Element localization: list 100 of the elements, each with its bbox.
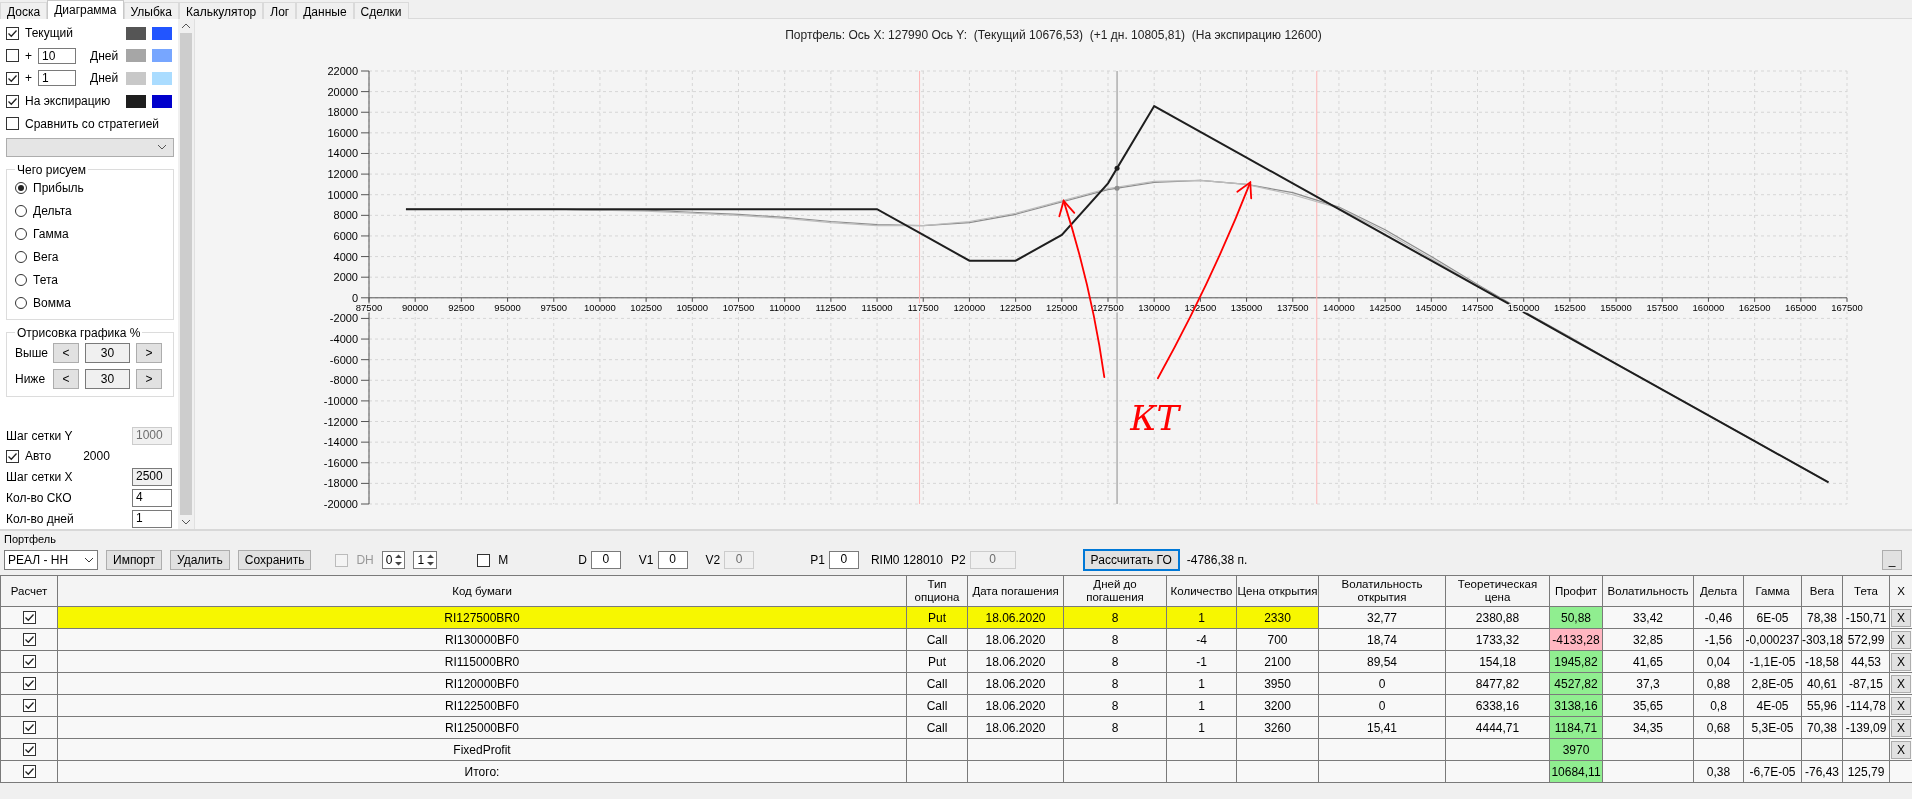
- column-header[interactable]: Расчет: [0, 575, 58, 607]
- tab[interactable]: Лог: [263, 2, 297, 20]
- y-tick-label: -8000: [329, 374, 358, 387]
- number-spinner[interactable]: 1: [413, 551, 438, 569]
- checkbox[interactable]: [477, 553, 491, 567]
- column-header[interactable]: Дней до погашения: [1063, 575, 1167, 607]
- color-swatch[interactable]: [152, 26, 172, 40]
- account-dropdown[interactable]: РЕАЛ - НН: [4, 550, 98, 570]
- column-header[interactable]: Вега: [1801, 575, 1843, 607]
- radio-button[interactable]: [15, 274, 27, 287]
- color-swatch[interactable]: [126, 49, 146, 63]
- tab[interactable]: Сделки: [353, 2, 409, 20]
- radio-button[interactable]: [15, 228, 27, 241]
- spin-arrows-icon[interactable]: [394, 553, 404, 567]
- radio-label: Вега: [33, 250, 59, 265]
- spin-arrows-icon[interactable]: [426, 553, 436, 567]
- days-field[interactable]: 10: [38, 47, 76, 64]
- column-header[interactable]: Код бумаги: [57, 575, 907, 607]
- x-tick-label: 110000: [769, 301, 801, 313]
- checkbox[interactable]: [6, 26, 19, 40]
- column-header[interactable]: Профит: [1549, 575, 1603, 607]
- radio-button[interactable]: [15, 205, 27, 218]
- checkbox[interactable]: [22, 677, 36, 690]
- tab[interactable]: Данные: [296, 2, 354, 20]
- group-title: Чего рисуем: [16, 162, 87, 177]
- remove-button[interactable]: X: [1891, 630, 1911, 649]
- color-swatch[interactable]: [126, 94, 146, 108]
- days-field[interactable]: 1: [38, 70, 76, 87]
- increase-button[interactable]: >: [136, 342, 162, 363]
- checkbox[interactable]: [6, 450, 19, 463]
- column-header[interactable]: Дельта: [1693, 575, 1744, 607]
- input-field[interactable]: 1: [132, 509, 172, 528]
- column-header[interactable]: Волатильность: [1602, 575, 1694, 607]
- checkbox[interactable]: [22, 611, 36, 624]
- color-swatch[interactable]: [152, 94, 172, 108]
- column-header[interactable]: Тип опциона: [906, 575, 968, 607]
- checkbox[interactable]: [22, 655, 36, 668]
- remove-button[interactable]: X: [1891, 674, 1911, 693]
- y-tick-label: 0: [351, 291, 358, 304]
- color-swatch[interactable]: [126, 72, 146, 85]
- decrease-button[interactable]: <: [53, 368, 79, 389]
- column-header[interactable]: Дата погашения: [967, 575, 1064, 607]
- checkbox[interactable]: [6, 117, 19, 131]
- color-swatch[interactable]: [152, 72, 172, 85]
- toolbar-button[interactable]: Сохранить: [237, 550, 312, 570]
- range-field[interactable]: 30: [85, 368, 130, 389]
- tab[interactable]: Улыбка: [123, 2, 180, 20]
- checkbox[interactable]: [6, 94, 19, 108]
- x-tick-label: 107500: [722, 301, 755, 313]
- input-field[interactable]: 0: [828, 551, 859, 569]
- column-header[interactable]: Количество: [1166, 575, 1237, 607]
- checkbox[interactable]: [6, 72, 19, 85]
- param-label: P1: [810, 553, 825, 567]
- radio-button[interactable]: [15, 251, 27, 264]
- checkbox[interactable]: [22, 721, 36, 734]
- remove-button[interactable]: X: [1891, 718, 1911, 737]
- param-label: P2: [950, 553, 966, 567]
- increase-button[interactable]: >: [136, 368, 162, 389]
- calculate-button[interactable]: Рассчитать ГО: [1083, 550, 1179, 570]
- radio-button[interactable]: [15, 182, 27, 195]
- color-swatch[interactable]: [152, 49, 172, 63]
- color-swatch[interactable]: [126, 26, 146, 40]
- input-field[interactable]: 2500: [132, 468, 172, 487]
- column-header[interactable]: Цена открытия: [1236, 575, 1319, 607]
- input-field[interactable]: 0: [590, 551, 621, 569]
- cursor-points: [1114, 165, 1120, 191]
- decrease-button[interactable]: <: [53, 342, 79, 363]
- checkbox[interactable]: [22, 633, 36, 646]
- checkbox[interactable]: [22, 765, 36, 778]
- column-header[interactable]: Гамма: [1743, 575, 1802, 607]
- remove-button[interactable]: X: [1891, 740, 1911, 759]
- toolbar-button[interactable]: Удалить: [169, 550, 230, 570]
- x-tick-label: 162500: [1738, 301, 1771, 313]
- radio-button[interactable]: [15, 297, 27, 310]
- input-field[interactable]: 4: [132, 488, 172, 507]
- remove-button[interactable]: X: [1891, 696, 1911, 715]
- column-header[interactable]: X: [1889, 575, 1912, 607]
- tab[interactable]: Доска: [0, 2, 48, 20]
- checkbox[interactable]: [6, 49, 19, 63]
- remove-button[interactable]: X: [1891, 652, 1911, 671]
- input-field[interactable]: 0: [657, 551, 688, 569]
- column-header[interactable]: Волатильность открытия: [1318, 575, 1446, 607]
- tab[interactable]: Калькулятор: [179, 2, 264, 20]
- range-label: Выше: [15, 345, 47, 360]
- x-tick-label: 115000: [861, 301, 893, 313]
- tab[interactable]: Диаграмма: [47, 0, 124, 21]
- range-field[interactable]: 30: [85, 342, 130, 363]
- column-header[interactable]: Тета: [1842, 575, 1890, 607]
- checkbox[interactable]: [22, 743, 36, 756]
- remove-button[interactable]: X: [1891, 608, 1911, 627]
- x-tick-label: 142500: [1369, 301, 1401, 313]
- column-header[interactable]: Теоретическая цена: [1445, 575, 1550, 607]
- number-spinner[interactable]: 0: [381, 551, 406, 569]
- toolbar-button[interactable]: Импорт: [106, 550, 162, 570]
- y-tick-label: -12000: [323, 415, 358, 428]
- minimize-button[interactable]: _: [1882, 550, 1902, 570]
- x-tick-label: 160000: [1692, 301, 1725, 313]
- checkbox[interactable]: [22, 699, 36, 712]
- scrollbar-thumb[interactable]: [180, 33, 192, 515]
- scrollbar[interactable]: [178, 19, 194, 529]
